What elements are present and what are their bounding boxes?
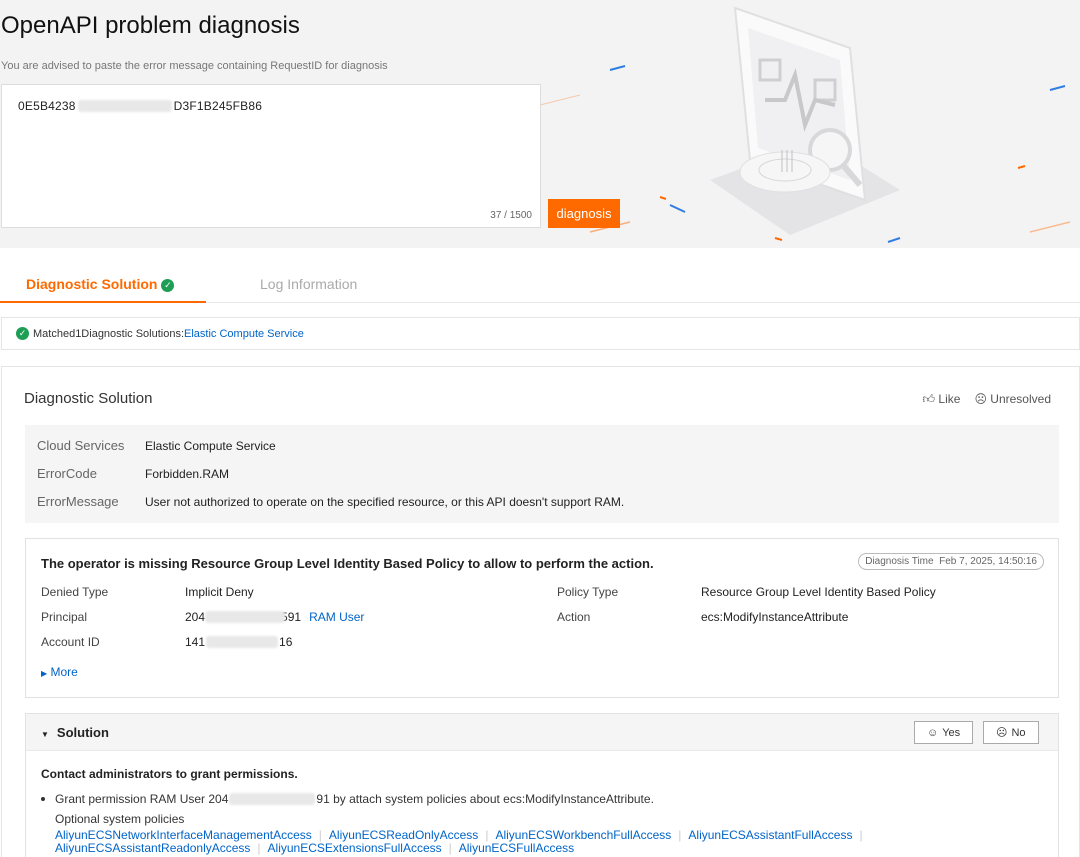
- principal-prefix: 204: [185, 610, 206, 624]
- policy-row: AliyunECSAssistantReadonlyAccess | AliyunE…: [55, 841, 575, 855]
- sad-face-icon: ☹: [974, 392, 987, 406]
- operator-box: The operator is missing Resource Group L…: [25, 538, 1059, 698]
- policy-type-label: Policy Type: [557, 585, 619, 599]
- no-button[interactable]: ☹ No: [983, 721, 1039, 744]
- tab-diagnostic-solution-label: Diagnostic Solution: [26, 276, 158, 292]
- diagnosis-time-label: Diagnosis Time: [865, 556, 934, 567]
- info-value: User not authorized to operate on the sp…: [145, 495, 625, 509]
- solution-item-prefix: Grant permission RAM User 204: [55, 792, 229, 806]
- solution-toggle[interactable]: ▼ Solution: [41, 725, 109, 740]
- solution-heading: Contact administrators to grant permissi…: [41, 767, 298, 781]
- principal-value: 204 591 RAM User: [185, 610, 364, 624]
- policy-list: AliyunECSNetworkInterfaceManagementAcces…: [55, 829, 870, 855]
- action-label: Action: [557, 610, 591, 624]
- tab-diagnostic-solution[interactable]: Diagnostic Solution ✓: [0, 262, 206, 303]
- operator-title: The operator is missing Resource Group L…: [41, 556, 654, 571]
- no-label: No: [1011, 726, 1026, 739]
- tab-log-information[interactable]: Log Information: [260, 262, 357, 303]
- info-key: ErrorMessage: [37, 494, 119, 509]
- unresolved-button[interactable]: ☹ Unresolved: [974, 392, 1051, 407]
- principal-label: Principal: [41, 610, 88, 624]
- action-value: ecs:ModifyInstanceAttribute: [701, 610, 849, 624]
- policy-link[interactable]: AliyunECSAssistantFullAccess: [688, 828, 852, 842]
- solution-header: ▼ Solution ☺ Yes ☹ No: [26, 714, 1058, 751]
- account-value: 141 16: [185, 635, 292, 649]
- like-label: Like: [938, 392, 961, 406]
- caret-down-icon: ▼: [41, 730, 49, 739]
- hero-banner: OpenAPI problem diagnosis You are advise…: [0, 0, 1080, 248]
- solution-title: Solution: [56, 725, 109, 740]
- smile-icon: ☺: [927, 726, 939, 739]
- info-key: ErrorCode: [37, 466, 97, 481]
- solution-item: Grant permission RAM User 204 91 by atta…: [41, 792, 654, 806]
- solution-box: ▼ Solution ☺ Yes ☹ No Contact administrator…: [25, 713, 1059, 857]
- account-label: Account ID: [41, 635, 100, 649]
- ram-user-link[interactable]: RAM User: [309, 610, 364, 624]
- diagnosis-time-value: Feb 7, 2025, 14:50:16: [939, 556, 1037, 567]
- diagnosis-button[interactable]: diagnosis: [548, 199, 620, 228]
- account-prefix: 141: [185, 635, 206, 649]
- yes-label: Yes: [942, 726, 961, 739]
- policy-link[interactable]: AliyunECSFullAccess: [459, 841, 574, 855]
- page-title: OpenAPI problem diagnosis: [1, 12, 300, 39]
- thumb-up-icon: 👍︎: [922, 392, 936, 406]
- redacted-block: [77, 100, 172, 112]
- char-counter: 37 / 1500: [490, 210, 532, 221]
- request-id-prefix: 0E5B4238: [18, 99, 76, 113]
- error-info-box: Cloud Services Elastic Compute Service Er…: [25, 425, 1059, 523]
- sad-face-icon: ☹: [996, 727, 1008, 739]
- denied-type-label: Denied Type: [41, 585, 109, 599]
- diagnostic-card: Diagnostic Solution 👍︎ Like ☹ Unresolved…: [1, 366, 1080, 857]
- check-icon: ✓: [161, 278, 175, 292]
- request-id-suffix: D3F1B245FB86: [173, 99, 263, 113]
- diagnosis-time-badge: Diagnosis Time Feb 7, 2025, 14:50:16: [858, 553, 1044, 570]
- info-row: ErrorMessage User not authorized to opera…: [37, 494, 624, 509]
- page-subtitle: You are advised to paste the error messa…: [1, 60, 388, 72]
- matched-label: Matched1Diagnostic Solutions:: [33, 327, 185, 340]
- diagnostic-title: Diagnostic Solution: [24, 390, 153, 407]
- solution-item-suffix: 91 by attach system policies about ecs:M…: [316, 792, 654, 806]
- info-value: Forbidden.RAM: [145, 467, 230, 481]
- matched-service-link[interactable]: Elastic Compute Service: [184, 328, 304, 340]
- optional-policies-label: Optional system policies: [55, 812, 185, 826]
- policy-link[interactable]: AliyunECSExtensionsFullAccess: [268, 841, 442, 855]
- policy-link[interactable]: AliyunECSReadOnlyAccess: [329, 828, 478, 842]
- info-row: Cloud Services Elastic Compute Service: [37, 438, 276, 453]
- denied-type-value: Implicit Deny: [185, 585, 254, 599]
- info-value: Elastic Compute Service: [145, 439, 276, 453]
- more-label: More: [50, 665, 78, 679]
- bullet: [41, 797, 45, 801]
- info-key: Cloud Services: [37, 438, 125, 453]
- policy-link[interactable]: AliyunECSAssistantReadonlyAccess: [55, 841, 250, 855]
- request-id-textarea[interactable]: 0E5B4238 D3F1B245FB86 37 / 1500: [1, 84, 541, 228]
- caret-right-icon: ▶: [41, 669, 48, 678]
- policy-type-value: Resource Group Level Identity Based Poli…: [701, 585, 936, 599]
- policy-link[interactable]: AliyunECSNetworkInterfaceManagementAcces…: [55, 828, 312, 842]
- account-suffix: 16: [279, 635, 293, 649]
- unresolved-label: Unresolved: [990, 392, 1051, 406]
- policy-link[interactable]: AliyunECSWorkbenchFullAccess: [495, 828, 671, 842]
- redacted-block: [229, 793, 316, 805]
- more-toggle[interactable]: ▶ More: [41, 665, 78, 679]
- yes-button[interactable]: ☺ Yes: [914, 721, 974, 744]
- like-button[interactable]: 👍︎ Like: [923, 392, 961, 407]
- redacted-block: [205, 611, 286, 623]
- info-row: ErrorCode Forbidden.RAM: [37, 466, 229, 481]
- redacted-block: [206, 636, 279, 648]
- check-icon: ✓: [16, 327, 29, 340]
- matched-banner: ✓ Matched1Diagnostic Solutions: Elastic …: [1, 317, 1080, 350]
- result-tabs: Diagnostic Solution ✓ Log Information: [0, 262, 1080, 303]
